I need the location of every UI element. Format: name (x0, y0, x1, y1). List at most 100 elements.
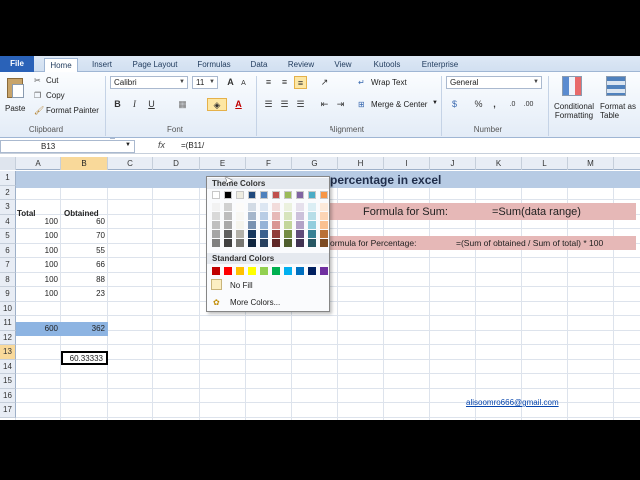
orientation-button[interactable]: ↗ (318, 76, 331, 89)
theme-color-swatch[interactable] (272, 239, 280, 247)
theme-color-swatch[interactable] (248, 239, 256, 247)
bold-button[interactable]: B (111, 98, 124, 111)
row-header[interactable]: 13 (0, 345, 16, 360)
standard-color-swatch[interactable] (296, 267, 304, 275)
fx-icon[interactable]: fx (158, 140, 165, 150)
row-header[interactable]: 8 (0, 272, 16, 287)
theme-color-swatch[interactable] (224, 203, 232, 211)
tab-home[interactable]: Home (44, 58, 78, 72)
standard-color-swatch[interactable] (260, 267, 268, 275)
row-header[interactable]: 3 (0, 200, 16, 215)
row-header[interactable]: 7 (0, 258, 16, 273)
theme-color-swatch[interactable] (212, 191, 220, 199)
tab-formulas[interactable]: Formulas (192, 58, 236, 72)
font-color-button[interactable]: A (232, 98, 245, 111)
obtained-cell[interactable]: 70 (61, 231, 108, 240)
row-header[interactable]: 14 (0, 359, 16, 374)
sum-total-cell[interactable]: 600 (16, 324, 61, 333)
align-left-button[interactable]: ☰ (262, 98, 275, 111)
align-middle-button[interactable]: ≡ (278, 76, 291, 89)
tab-data[interactable]: Data (244, 58, 274, 72)
theme-color-swatch[interactable] (320, 230, 328, 238)
cut-button[interactable]: Cut (46, 76, 58, 85)
standard-color-swatch[interactable] (284, 267, 292, 275)
column-header[interactable]: A (16, 157, 61, 170)
tab-file[interactable]: File (0, 56, 34, 72)
theme-color-swatch[interactable] (272, 230, 280, 238)
total-cell[interactable]: 100 (16, 260, 61, 269)
align-bottom-button[interactable]: ≡ (294, 76, 307, 89)
theme-color-swatch[interactable] (320, 212, 328, 220)
row-header[interactable]: 1 (0, 171, 16, 186)
theme-color-swatch[interactable] (260, 239, 268, 247)
theme-color-swatch[interactable] (284, 203, 292, 211)
select-all-corner[interactable] (0, 157, 16, 170)
theme-color-swatch[interactable] (320, 221, 328, 229)
theme-color-swatch[interactable] (296, 230, 304, 238)
theme-color-swatch[interactable] (272, 221, 280, 229)
standard-color-swatch[interactable] (212, 267, 220, 275)
tab-insert[interactable]: Insert (86, 58, 118, 72)
column-header[interactable]: H (338, 157, 384, 170)
theme-color-swatch[interactable] (248, 212, 256, 220)
standard-color-swatch[interactable] (308, 267, 316, 275)
email-link[interactable]: alisoomro666@gmail.com (466, 398, 559, 407)
obtained-cell[interactable]: 88 (61, 275, 108, 284)
name-box[interactable]: B13 (0, 140, 135, 153)
row-header[interactable]: 10 (0, 301, 16, 316)
row-header[interactable]: 12 (0, 330, 16, 345)
theme-color-swatch[interactable] (248, 203, 256, 211)
theme-color-swatch[interactable] (260, 230, 268, 238)
tab-kutools[interactable]: Kutools (366, 58, 408, 72)
total-cell[interactable]: 100 (16, 246, 61, 255)
theme-color-swatch[interactable] (296, 191, 304, 199)
standard-color-swatch[interactable] (224, 267, 232, 275)
theme-color-swatch[interactable] (236, 221, 244, 229)
align-top-button[interactable]: ≡ (262, 76, 275, 89)
paste-icon[interactable] (4, 76, 26, 102)
align-right-button[interactable]: ☰ (294, 98, 307, 111)
theme-color-swatch[interactable] (272, 203, 280, 211)
theme-color-swatch[interactable] (212, 212, 220, 220)
row-header[interactable]: 11 (0, 316, 16, 331)
shrink-font-button[interactable]: A (237, 77, 250, 90)
theme-color-swatch[interactable] (260, 203, 268, 211)
increase-indent-button[interactable]: ⇥ (334, 98, 347, 111)
theme-color-swatch[interactable] (284, 221, 292, 229)
wrap-text-button[interactable]: Wrap Text (371, 78, 407, 87)
italic-button[interactable]: I (128, 98, 141, 111)
theme-color-swatch[interactable] (320, 203, 328, 211)
theme-color-swatch[interactable] (236, 212, 244, 220)
row-header[interactable]: 2 (0, 185, 16, 200)
theme-color-swatch[interactable] (260, 221, 268, 229)
column-header[interactable]: G (292, 157, 338, 170)
theme-color-swatch[interactable] (236, 191, 244, 199)
theme-color-swatch[interactable] (320, 191, 328, 199)
tab-review[interactable]: Review (282, 58, 320, 72)
decrease-indent-button[interactable]: ⇤ (318, 98, 331, 111)
column-header[interactable]: I (384, 157, 430, 170)
format-as-table-button[interactable]: Format as Table (600, 102, 640, 120)
theme-color-swatch[interactable] (236, 203, 244, 211)
no-fill-option[interactable]: No Fill (230, 281, 253, 290)
total-cell[interactable]: 100 (16, 275, 61, 284)
theme-color-swatch[interactable] (224, 212, 232, 220)
theme-color-swatch[interactable] (248, 230, 256, 238)
theme-color-swatch[interactable] (308, 239, 316, 247)
comma-button[interactable]: , (488, 98, 501, 111)
row-header[interactable]: 4 (0, 214, 16, 229)
font-size-select[interactable]: 11 ▼ (192, 76, 218, 89)
column-header[interactable]: F (246, 157, 292, 170)
theme-color-swatch[interactable] (248, 221, 256, 229)
row-header[interactable]: 5 (0, 229, 16, 244)
currency-button[interactable]: $ (448, 98, 461, 111)
theme-color-swatch[interactable] (272, 191, 280, 199)
theme-color-swatch[interactable] (236, 230, 244, 238)
theme-color-swatch[interactable] (248, 191, 256, 199)
theme-color-swatch[interactable] (308, 230, 316, 238)
align-center-button[interactable]: ☰ (278, 98, 291, 111)
theme-color-swatch[interactable] (272, 212, 280, 220)
column-header[interactable]: L (522, 157, 568, 170)
grow-font-button[interactable]: A (224, 76, 237, 89)
tab-enterprise[interactable]: Enterprise (416, 58, 464, 72)
